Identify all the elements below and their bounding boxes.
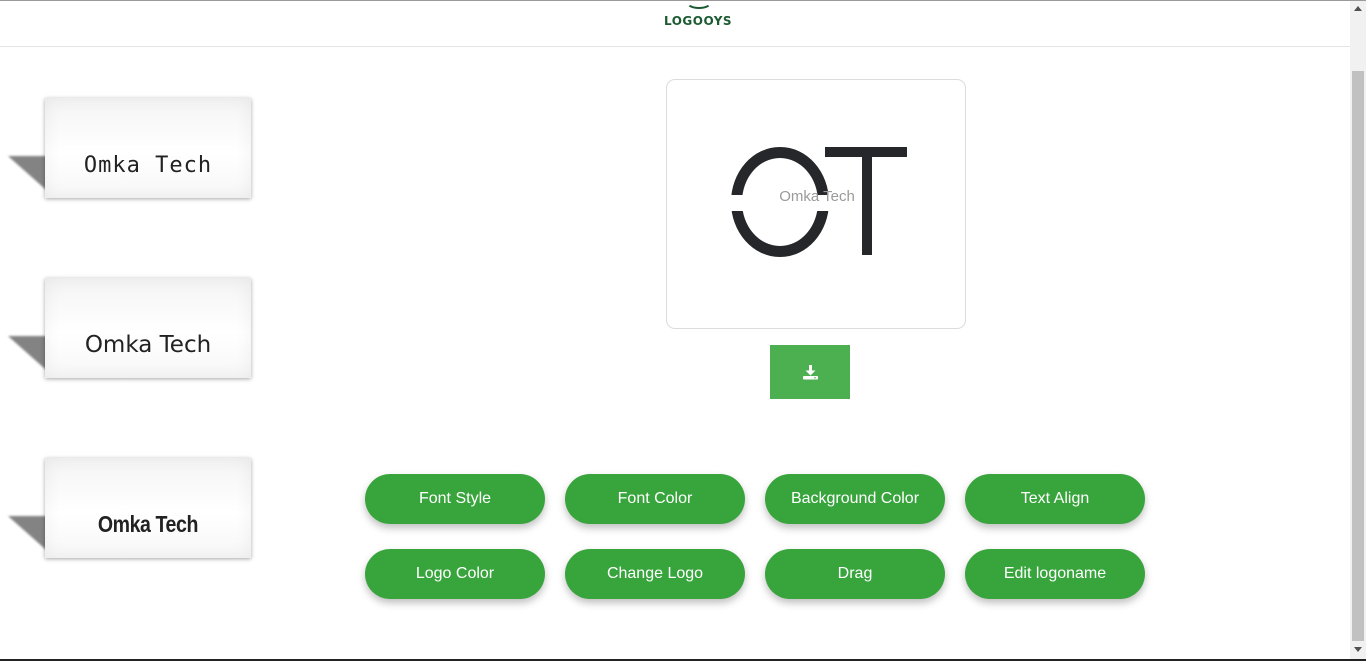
background-color-button[interactable]: Background Color: [765, 474, 945, 524]
brand-name: LOGOOYS: [664, 14, 733, 28]
vertical-scrollbar[interactable]: [1350, 1, 1366, 659]
font-color-button[interactable]: Font Color: [565, 474, 745, 524]
download-button[interactable]: [770, 345, 850, 399]
edit-logoname-button[interactable]: Edit logoname: [965, 549, 1145, 599]
logo-color-button[interactable]: Logo Color: [365, 549, 545, 599]
text-align-button[interactable]: Text Align: [965, 474, 1145, 524]
font-style-button[interactable]: Font Style: [365, 474, 545, 524]
card-face[interactable]: Omka Tech: [45, 98, 251, 198]
brand-logo[interactable]: LOGOOYS: [664, 1, 734, 31]
card-face[interactable]: Omka Tech: [45, 278, 251, 378]
site-header: LOGOOYS: [0, 1, 1350, 47]
scroll-down-arrow-icon[interactable]: [1354, 647, 1362, 652]
card-label: Omka Tech: [83, 153, 213, 178]
font-preview-card-1[interactable]: Omka Tech: [0, 98, 260, 208]
logo-name-text[interactable]: Omka Tech: [667, 188, 965, 205]
scroll-thumb[interactable]: [1352, 71, 1364, 641]
font-preview-card-3[interactable]: Omka Tech: [0, 458, 260, 568]
font-preview-card-2[interactable]: Omka Tech: [0, 278, 260, 388]
change-logo-button[interactable]: Change Logo: [565, 549, 745, 599]
logo-preview: Omka Tech: [666, 79, 966, 329]
download-icon: [803, 365, 818, 380]
card-label: Omka Tech: [84, 332, 212, 358]
scroll-up-arrow-icon[interactable]: [1354, 6, 1362, 11]
brand-swoosh-icon: [686, 0, 712, 9]
card-label: Omka Tech: [97, 511, 199, 537]
card-face[interactable]: Omka Tech: [45, 458, 251, 558]
drag-button[interactable]: Drag: [765, 549, 945, 599]
